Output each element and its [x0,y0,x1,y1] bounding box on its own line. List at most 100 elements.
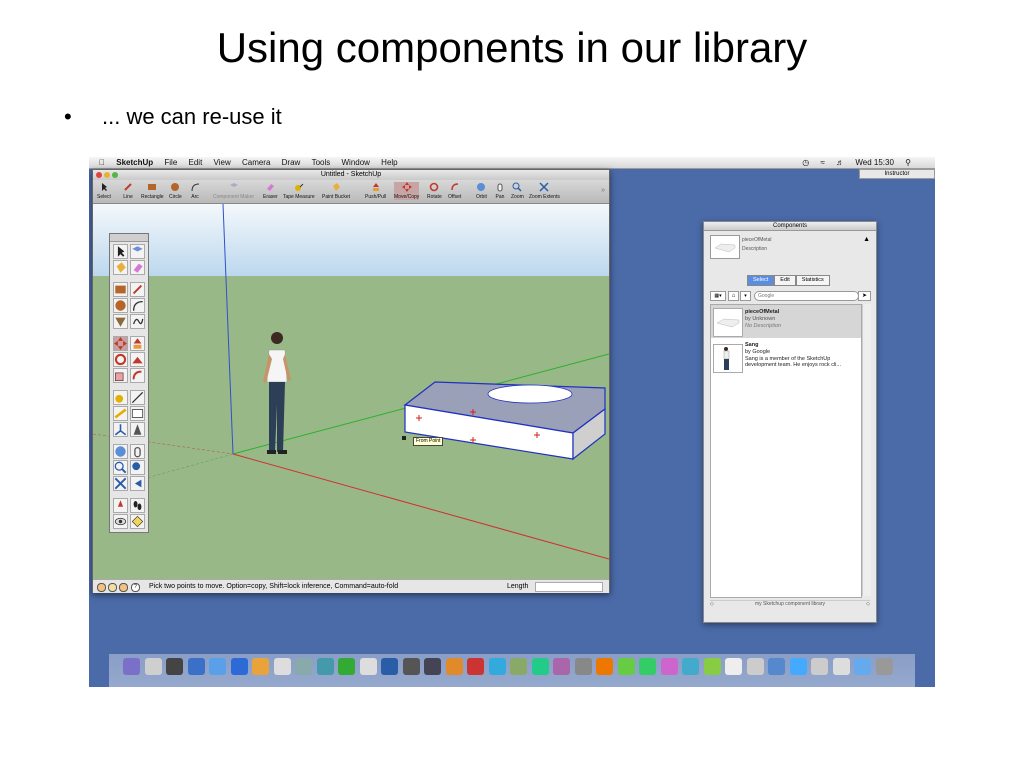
library-label[interactable]: my Sketchup component library [755,601,825,607]
tool-select[interactable]: Select [97,182,111,200]
tool-component-maker[interactable]: Component Maker [213,182,254,200]
minimize-icon[interactable] [104,172,110,178]
menu-edit[interactable]: Edit [189,157,203,168]
palette-circle-button[interactable] [113,298,128,313]
list-item[interactable]: Sang by Google Sang is a member of the S… [711,341,861,375]
clock-icon[interactable]: ◷ [802,157,809,168]
tool-tape[interactable]: Tape Measure [283,182,315,200]
palette-tape-button[interactable] [113,390,128,405]
menu-app[interactable]: SketchUp [116,157,153,168]
view-options-icon[interactable]: ▦▾ [710,291,726,301]
model-viewport[interactable]: From Point [93,204,609,579]
help-icon[interactable]: ? [131,583,140,592]
dock-app-icon[interactable] [123,658,140,675]
dock-app-icon[interactable] [811,658,828,675]
tab-edit[interactable]: Edit [774,275,796,286]
dock-app-icon[interactable] [424,658,441,675]
palette-scale-button[interactable] [113,368,128,383]
dock-app-icon[interactable] [854,658,871,675]
volume-icon[interactable]: ♬ [836,157,844,168]
get-model-icon[interactable]: ➤ [858,291,871,301]
geo-icon[interactable] [97,583,106,592]
palette-protractor-button[interactable] [113,406,128,421]
dock-app-icon[interactable] [381,658,398,675]
dock-app-icon[interactable] [682,658,699,675]
dock-app-icon[interactable] [531,658,549,675]
list-item[interactable]: pieceOfMetal by Unknown No Description [711,305,861,338]
wifi-icon[interactable]: ≈ [821,157,825,168]
dock-app-icon[interactable] [660,658,678,675]
nav-dropdown-icon[interactable]: ▾ [740,291,751,301]
menu-window[interactable]: Window [341,157,369,168]
dock-app-icon[interactable] [445,658,463,675]
palette-zoom-extents-button[interactable] [113,476,128,491]
menu-draw[interactable]: Draw [282,157,301,168]
palette-line-button[interactable] [130,282,145,297]
menu-tools[interactable]: Tools [312,157,331,168]
spotlight-icon[interactable]: ⚲ [905,157,911,168]
dock-app-icon[interactable] [402,658,420,675]
tool-zoom[interactable]: Zoom [511,182,524,200]
dock-app-icon[interactable] [467,658,484,675]
palette-zoom-button[interactable] [113,460,128,475]
dock-app-icon[interactable] [725,658,742,675]
dock-app-icon[interactable] [875,658,893,675]
tool-zoom-extents[interactable]: Zoom Extents [529,182,560,200]
component-search-input[interactable]: Google [754,291,859,301]
dock-app-icon[interactable] [359,658,377,675]
palette-followme-button[interactable] [130,352,145,367]
nav-back-icon[interactable]: ◇ [710,601,714,607]
toolbar-overflow-icon[interactable]: » [601,187,605,194]
dock-app-icon[interactable] [746,658,764,675]
palette-eraser-button[interactable] [130,260,145,275]
palette-pushpull-button[interactable] [130,336,145,351]
apple-icon[interactable]:  [99,157,105,168]
palette-pan-button[interactable] [130,444,145,459]
palette-zoom-window-button[interactable] [130,460,145,475]
palette-move-button[interactable] [113,336,128,351]
menu-view[interactable]: View [214,157,231,168]
dock-app-icon[interactable] [209,658,226,675]
palette-3dtext-button[interactable] [130,422,145,437]
tool-move[interactable]: Move/Copy [394,182,420,200]
dock-app-icon[interactable] [166,658,183,675]
palette-section-button[interactable] [130,514,145,529]
tool-orbit[interactable]: Orbit [476,182,487,200]
palette-rotate-button[interactable] [113,352,128,367]
menu-file[interactable]: File [164,157,177,168]
dock-app-icon[interactable] [252,658,269,675]
palette-axes-button[interactable] [113,422,128,437]
dock-app-icon[interactable] [574,658,592,675]
palette-orbit-button[interactable] [113,444,128,459]
palette-arc-button[interactable] [130,298,145,313]
tool-rectangle[interactable]: Rectangle [141,182,164,200]
palette-paint-button[interactable] [113,260,128,275]
palette-position-camera-button[interactable] [113,498,128,513]
palette-previous-button[interactable] [130,476,145,491]
dock-app-icon[interactable] [338,658,355,675]
tab-select[interactable]: Select [747,275,775,286]
list-scrollbar[interactable] [862,304,871,596]
dock-app-icon[interactable] [230,658,248,675]
tool-pushpull[interactable]: Push/Pull [365,182,386,200]
dock-app-icon[interactable] [617,658,635,675]
menu-camera[interactable]: Camera [242,157,270,168]
dock-app-icon[interactable] [832,658,850,675]
dock-app-icon[interactable] [768,658,785,675]
palette-polygon-button[interactable] [113,314,128,329]
menu-help[interactable]: Help [381,157,397,168]
dock-app-icon[interactable] [553,658,570,675]
palette-freehand-button[interactable] [130,314,145,329]
close-icon[interactable] [96,172,102,178]
dock-app-icon[interactable] [316,658,334,675]
tool-offset[interactable]: Offset [448,182,461,200]
palette-select-button[interactable] [113,244,128,259]
palette-rectangle-button[interactable] [113,282,128,297]
dock-app-icon[interactable] [295,658,312,675]
menu-clock[interactable]: Wed 15:30 [855,157,894,168]
dock-app-icon[interactable] [144,658,162,675]
palette-walk-button[interactable] [130,498,145,513]
tool-eraser[interactable]: Eraser [263,182,278,200]
palette-dimension-button[interactable] [130,390,145,405]
tool-rotate[interactable]: Rotate [427,182,442,200]
